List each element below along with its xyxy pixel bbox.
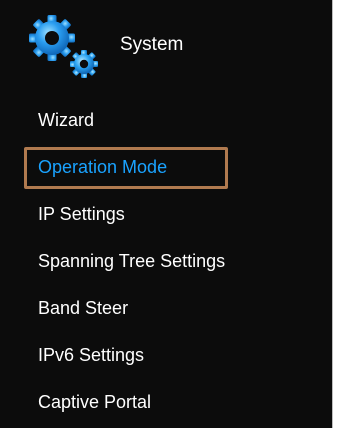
menu-item-label: IP Settings: [38, 204, 125, 224]
menu-item-spanning-tree-settings[interactable]: Spanning Tree Settings: [0, 238, 332, 285]
menu-item-label: Wizard: [38, 110, 95, 130]
sidebar-menu: Wizard Operation Mode IP Settings Spanni…: [0, 97, 332, 426]
menu-item-ip-settings[interactable]: IP Settings: [0, 191, 332, 238]
gears-icon: [29, 15, 98, 78]
menu-item-label: Operation Mode: [38, 157, 168, 177]
menu-item-label: Captive Portal: [38, 392, 152, 412]
menu-item-label: Spanning Tree Settings: [38, 251, 226, 271]
sidebar-panel: System Wizard Operation Mode IP Settings…: [0, 0, 333, 428]
menu-item-wizard[interactable]: Wizard: [0, 97, 332, 144]
menu-item-captive-portal[interactable]: Captive Portal: [0, 379, 332, 426]
menu-item-band-steer[interactable]: Band Steer: [0, 285, 332, 332]
menu-item-ipv6-settings[interactable]: IPv6 Settings: [0, 332, 332, 379]
section-title: System: [120, 34, 184, 55]
menu-item-label: Band Steer: [38, 298, 129, 318]
menu-item-operation-mode[interactable]: Operation Mode: [0, 144, 332, 191]
section-header[interactable]: System: [0, 0, 332, 90]
menu-item-label: IPv6 Settings: [38, 345, 145, 365]
